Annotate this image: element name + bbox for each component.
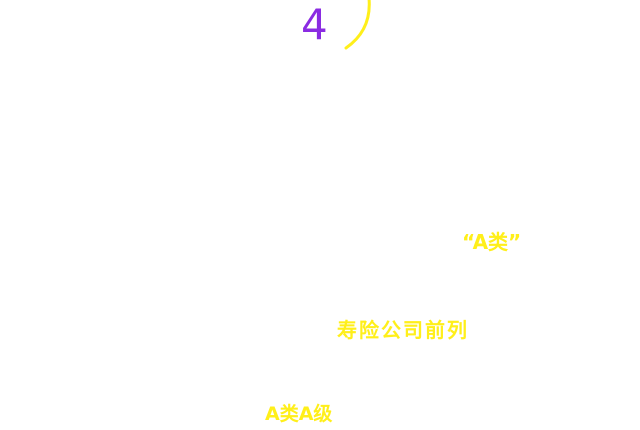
highlight-ranking: 寿险公司前列 — [337, 318, 469, 342]
step-number: 4 — [301, 0, 328, 49]
highlight-rating-quoted: “A类” — [462, 230, 522, 254]
highlight-rating-level: A类A级 — [265, 403, 333, 425]
decorative-arc — [344, 0, 371, 50]
